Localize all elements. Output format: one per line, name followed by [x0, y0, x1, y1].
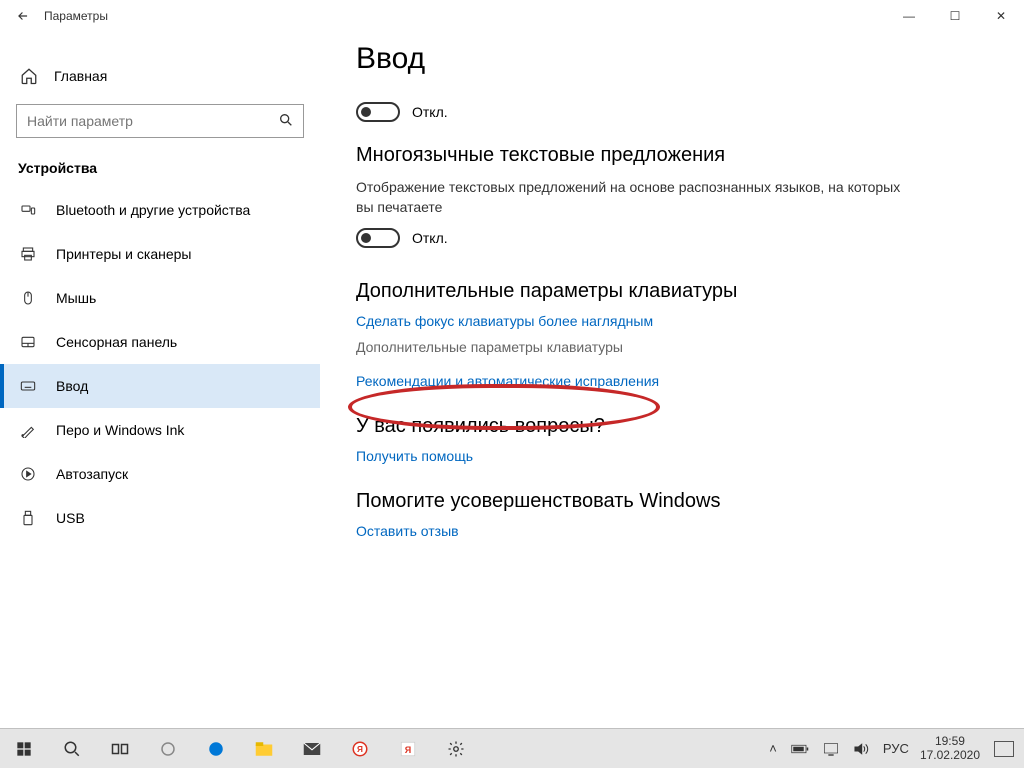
home-icon — [20, 67, 38, 85]
volume-icon[interactable] — [850, 742, 872, 756]
edge-icon[interactable] — [192, 729, 240, 768]
search-icon — [278, 112, 294, 128]
autoplay-icon — [20, 466, 38, 482]
bluetooth-icon — [20, 202, 38, 218]
taskbar: Я Я ˄ РУС 19:59 17.02.2020 — [0, 728, 1024, 768]
usb-icon — [20, 510, 38, 526]
yandex-icon[interactable]: Я — [384, 729, 432, 768]
link-advanced-keyboard[interactable]: Дополнительные параметры клавиатуры — [356, 339, 988, 355]
page-title: Ввод — [356, 42, 988, 76]
minimize-button[interactable]: — — [886, 0, 932, 32]
sidebar-item-label: Принтеры и сканеры — [56, 246, 191, 262]
sidebar-home[interactable]: Главная — [0, 56, 320, 96]
cortana-icon[interactable] — [144, 729, 192, 768]
sidebar-item-usb[interactable]: USB — [0, 496, 320, 540]
close-button[interactable]: ✕ — [978, 0, 1024, 32]
sidebar-item-label: Перо и Windows Ink — [56, 422, 184, 438]
taskbar-clock[interactable]: 19:59 17.02.2020 — [920, 735, 980, 763]
svg-text:Я: Я — [357, 745, 363, 754]
yandex-browser-icon[interactable]: Я — [336, 729, 384, 768]
clock-date: 17.02.2020 — [920, 749, 980, 763]
printer-icon — [20, 246, 38, 262]
sidebar-item-mouse[interactable]: Мышь — [0, 276, 320, 320]
toggle-suggestions[interactable] — [356, 102, 400, 122]
section-extra-title: Дополнительные параметры клавиатуры — [356, 280, 988, 303]
task-view-icon[interactable] — [96, 729, 144, 768]
file-explorer-icon[interactable] — [240, 729, 288, 768]
sidebar-item-label: Автозапуск — [56, 466, 128, 482]
svg-text:Я: Я — [405, 744, 411, 754]
battery-icon[interactable] — [788, 743, 812, 755]
sidebar-item-typing[interactable]: Ввод — [0, 364, 320, 408]
taskbar-search-icon[interactable] — [48, 729, 96, 768]
search-input[interactable] — [16, 104, 304, 138]
link-recommendations[interactable]: Рекомендации и автоматические исправлени… — [356, 373, 988, 389]
window-titlebar: Параметры — ☐ ✕ — [0, 0, 1024, 32]
sidebar-item-label: Сенсорная панель — [56, 334, 177, 350]
network-icon[interactable] — [820, 742, 842, 756]
action-center-icon[interactable] — [994, 741, 1014, 757]
sidebar-item-label: Bluetooth и другие устройства — [56, 202, 250, 218]
link-feedback[interactable]: Оставить отзыв — [356, 523, 988, 539]
multilang-description: Отображение текстовых предложений на осн… — [356, 177, 916, 218]
sidebar-home-label: Главная — [54, 68, 107, 84]
back-button[interactable] — [16, 9, 44, 23]
language-indicator[interactable]: РУС — [880, 741, 912, 756]
mouse-icon — [20, 290, 38, 306]
sidebar-item-touchpad[interactable]: Сенсорная панель — [0, 320, 320, 364]
section-questions-title: У вас появились вопросы? — [356, 415, 988, 438]
toggle-state-label: Откл. — [412, 230, 448, 246]
sidebar-item-autoplay[interactable]: Автозапуск — [0, 452, 320, 496]
pen-icon — [20, 422, 38, 438]
sidebar-item-printers[interactable]: Принтеры и сканеры — [0, 232, 320, 276]
system-tray[interactable]: ˄ РУС 19:59 17.02.2020 — [766, 735, 1024, 763]
settings-taskbar-icon[interactable] — [432, 729, 480, 768]
section-feedback-title: Помогите усовершенствовать Windows — [356, 490, 988, 513]
settings-sidebar: Главная Устройства Bluetooth и другие ус… — [0, 32, 320, 728]
keyboard-icon — [20, 378, 38, 394]
window-title: Параметры — [44, 9, 886, 23]
tray-chevron-icon[interactable]: ˄ — [766, 741, 780, 756]
sidebar-item-label: Мышь — [56, 290, 96, 306]
toggle-state-label: Откл. — [412, 104, 448, 120]
touchpad-icon — [20, 334, 38, 350]
sidebar-item-label: Ввод — [56, 378, 88, 394]
section-multilang-title: Многоязычные текстовые предложения — [356, 144, 988, 167]
toggle-multilang[interactable] — [356, 228, 400, 248]
link-keyboard-focus[interactable]: Сделать фокус клавиатуры более наглядным — [356, 313, 988, 329]
link-get-help[interactable]: Получить помощь — [356, 448, 988, 464]
settings-content: Ввод Откл. Многоязычные текстовые предло… — [320, 32, 1024, 728]
sidebar-section-label: Устройства — [0, 154, 320, 188]
mail-icon[interactable] — [288, 729, 336, 768]
clock-time: 19:59 — [920, 735, 980, 749]
sidebar-item-bluetooth[interactable]: Bluetooth и другие устройства — [0, 188, 320, 232]
start-button[interactable] — [0, 729, 48, 768]
maximize-button[interactable]: ☐ — [932, 0, 978, 32]
sidebar-nav: Bluetooth и другие устройства Принтеры и… — [0, 188, 320, 540]
sidebar-item-pen[interactable]: Перо и Windows Ink — [0, 408, 320, 452]
sidebar-item-label: USB — [56, 510, 85, 526]
